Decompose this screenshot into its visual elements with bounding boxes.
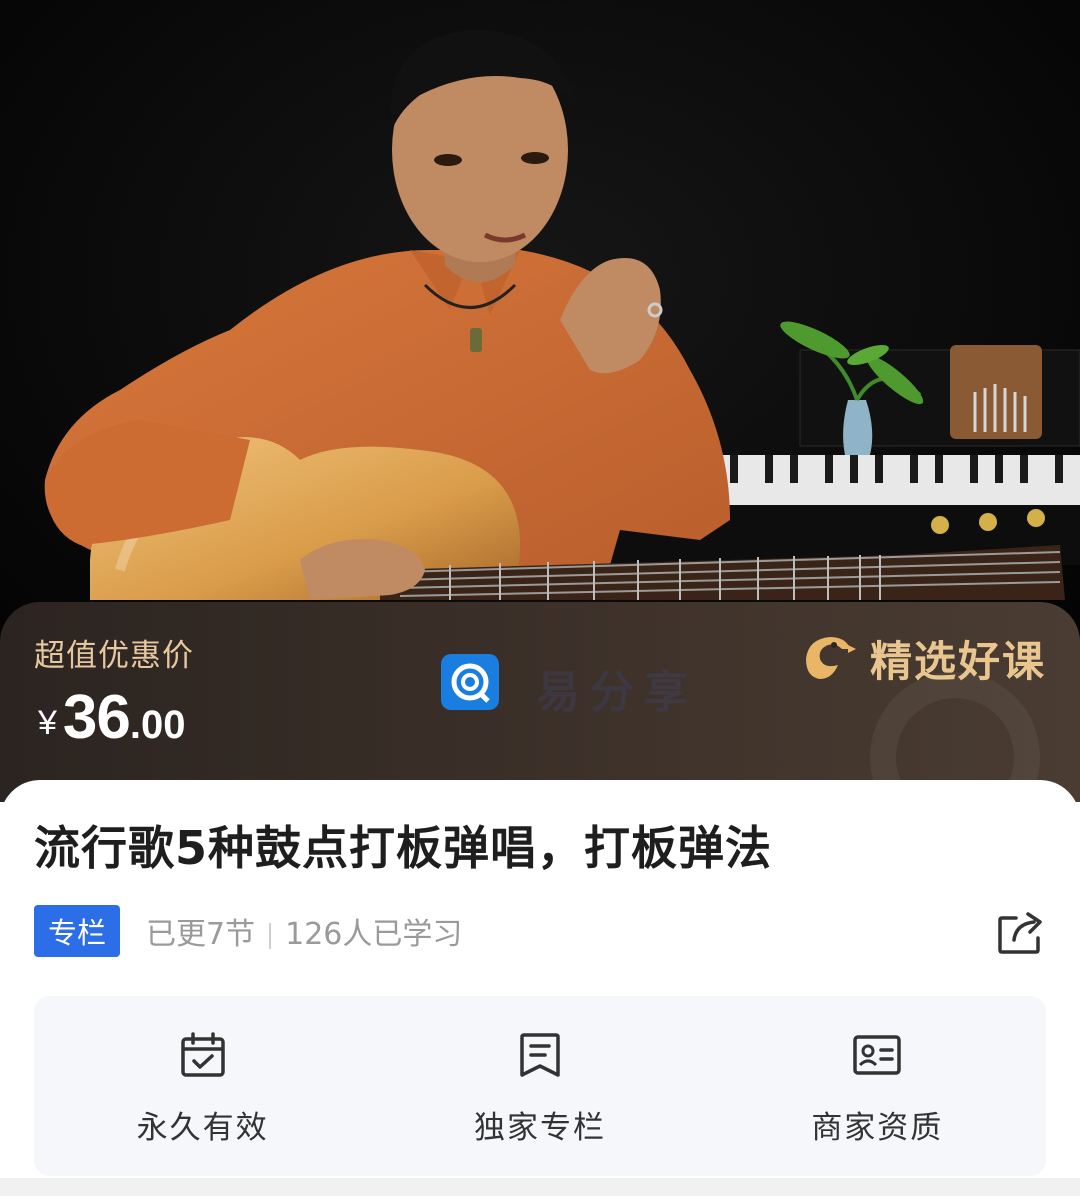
feature-label: 永久有效 [136,1110,269,1146]
feature-list: 永久有效 独家专栏 商家资质 [34,996,1046,1176]
share-button[interactable] [996,908,1046,956]
price-banner: 超值优惠价 ¥36.00 易分享 精选好课 [0,602,1080,802]
feature-exclusive[interactable]: 独家专栏 [371,996,708,1176]
calendar-check-icon [180,1032,225,1077]
brand-label: 精选好课 [798,628,1046,688]
column-badge: 专栏 [34,905,121,957]
bird-logo-icon [805,637,856,679]
id-card-icon [853,1035,902,1075]
feature-label: 独家专栏 [473,1110,606,1146]
learner-count: 126人已学习 [285,917,463,952]
stats-divider [269,922,272,949]
share-icon [998,912,1042,954]
update-count: 已更7节 [146,917,256,952]
watermark-text: 易分享 [536,667,698,718]
price-decimal: .00 [129,703,186,747]
feature-merchant-qualification[interactable]: 商家资质 [709,996,1046,1176]
price-integer: 36 [62,683,131,752]
course-stats: 已更7节 126人已学习 [146,909,462,953]
brand-text: 精选好课 [869,636,1046,686]
document-bookmark-icon [520,1033,560,1077]
bottom-divider [0,1178,1080,1196]
feature-label: 商家资质 [811,1110,944,1146]
course-info-card: 流行歌5种鼓点打板弹唱，打板弹法 专栏 已更7节 126人已学习 永久有效 独家… [0,780,1080,1196]
price: ¥36.00 [38,682,186,753]
price-label: 超值优惠价 [34,638,194,674]
course-title: 流行歌5种鼓点打板弹唱，打板弹法 [34,821,773,875]
price-currency: ¥ [38,704,57,742]
watermark-logo-icon [441,654,499,710]
course-meta: 专栏 已更7节 126人已学习 [34,904,462,958]
feature-permanent[interactable]: 永久有效 [34,996,371,1176]
